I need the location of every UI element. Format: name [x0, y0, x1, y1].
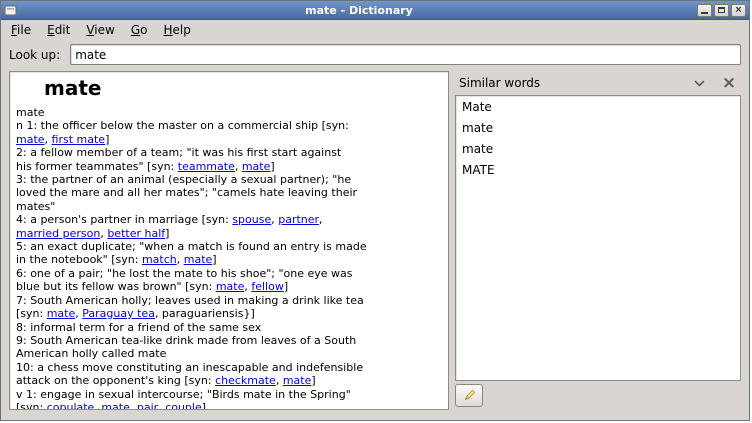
definition-line: 6: one of a pair; "he lost the mate to h… [16, 267, 442, 280]
definition-line: his former teammates" [syn: teammate, ma… [16, 160, 442, 173]
definition-link[interactable]: mate [101, 401, 130, 410]
definition-link[interactable]: spouse [232, 213, 271, 226]
lookup-input[interactable] [70, 44, 741, 65]
sidebar-header: Similar words × [455, 71, 741, 95]
edit-button[interactable] [455, 384, 483, 407]
definition-link[interactable]: mate [242, 160, 271, 173]
menu-help[interactable]: Help [155, 21, 198, 40]
maximize-button[interactable] [714, 4, 729, 17]
definition-link[interactable]: teammate [178, 160, 235, 173]
definition-line: 5: an exact duplicate; "when a match is … [16, 240, 442, 253]
lookup-row: Look up: [1, 41, 749, 69]
definition-link[interactable]: pair [137, 401, 158, 410]
minimize-button[interactable] [697, 4, 712, 17]
lookup-label: Look up: [9, 48, 60, 62]
definition-link[interactable]: fellow [251, 280, 283, 293]
definition-panel[interactable]: mate maten 1: the officer below the mast… [9, 71, 449, 410]
definition-line: 8: informal term for a friend of the sam… [16, 321, 442, 334]
close-icon: × [735, 5, 741, 15]
definition-link[interactable]: partner [278, 213, 319, 226]
sidebar-close-icon[interactable]: × [719, 74, 739, 92]
definition-line: 7: South American holly; leaves used in … [16, 294, 442, 307]
similar-word-item[interactable]: mate [456, 117, 740, 138]
headword: mate [44, 76, 442, 100]
definition-line: American holly called mate [16, 347, 442, 360]
definition-line: mates" [16, 200, 442, 213]
definition-link[interactable]: mate [16, 133, 45, 146]
pencil-icon [462, 388, 477, 403]
definition-line: v 1: engage in sexual intercourse; "Bird… [16, 388, 442, 401]
definition-body: maten 1: the officer below the master on… [16, 106, 442, 410]
main-content: mate maten 1: the officer below the mast… [1, 69, 749, 420]
similar-words-list: MatematemateMATE [455, 95, 741, 381]
menu-file[interactable]: File [3, 21, 39, 40]
definition-line: 10: a chess move constituting an inescap… [16, 361, 442, 374]
definition-link[interactable]: married person [16, 227, 100, 240]
definition-link[interactable]: mate [216, 280, 245, 293]
definition-line: attack on the opponent's king [syn: chec… [16, 374, 442, 387]
similar-word-item[interactable]: MATE [456, 159, 740, 180]
definition-link[interactable]: match [142, 253, 177, 266]
menubar: FileEditViewGoHelp [1, 20, 749, 41]
similar-words-sidebar: Similar words × MatematemateMATE [455, 71, 741, 410]
definition-link[interactable]: checkmate [215, 374, 276, 387]
definition-link[interactable]: better half [107, 227, 165, 240]
definition-link[interactable]: mate [184, 253, 213, 266]
definition-link[interactable]: couple [165, 401, 202, 410]
menu-edit[interactable]: Edit [39, 21, 78, 40]
definition-line: loved the mare and all her mates"; "came… [16, 186, 442, 199]
definition-line: n 1: the officer below the master on a c… [16, 119, 442, 132]
menu-view[interactable]: View [78, 21, 122, 40]
minimize-icon [701, 12, 708, 14]
chevron-down-icon[interactable] [692, 78, 707, 89]
menu-go[interactable]: Go [123, 21, 156, 40]
definition-line: mate, first mate] [16, 133, 442, 146]
definition-line: 3: the partner of an animal (especially … [16, 173, 442, 186]
definition-line: 9: South American tea-like drink made fr… [16, 334, 442, 347]
definition-link[interactable]: mate [47, 307, 76, 320]
definition-link[interactable]: mate [283, 374, 312, 387]
maximize-icon [718, 7, 725, 13]
close-button[interactable]: × [731, 4, 746, 17]
dictionary-window: mate - Dictionary × FileEditViewGoHelp L… [0, 0, 750, 421]
application-icon [4, 4, 17, 17]
window-controls: × [697, 4, 746, 17]
definition-line: in the notebook" [syn: match, mate] [16, 253, 442, 266]
definition-link[interactable]: first mate [52, 133, 106, 146]
definition-link[interactable]: Paraguay tea [82, 307, 155, 320]
definition-line: [syn: mate, Paraguay tea, paraguariensis… [16, 307, 442, 320]
definition-line: 4: a person's partner in marriage [syn: … [16, 213, 442, 226]
titlebar[interactable]: mate - Dictionary × [1, 1, 749, 20]
similar-word-item[interactable]: mate [456, 138, 740, 159]
definition-link[interactable]: copulate [47, 401, 95, 410]
definition-line: mate [16, 106, 442, 119]
definition-line: blue but its fellow was brown" [syn: mat… [16, 280, 442, 293]
window-title: mate - Dictionary [21, 4, 697, 17]
definition-line: [syn: copulate, mate, pair, couple] [16, 401, 442, 410]
sidebar-footer [455, 381, 741, 410]
similar-words-title: Similar words [459, 76, 692, 90]
similar-word-item[interactable]: Mate [456, 96, 740, 117]
definition-line: married person, better half] [16, 227, 442, 240]
definition-line: 2: a fellow member of a team; "it was hi… [16, 146, 442, 159]
